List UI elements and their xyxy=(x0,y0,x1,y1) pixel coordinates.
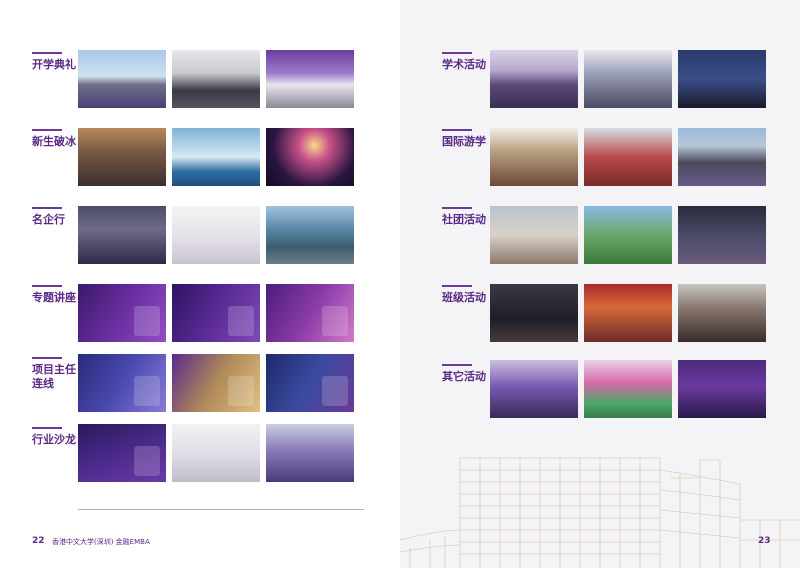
photo-opening-ceremony-2 xyxy=(172,50,260,108)
photo-club-2 xyxy=(584,206,672,264)
page-number-left: 22 xyxy=(32,536,45,546)
left-page: 开学典礼 新生破冰 名企行 专题讲座 项目主任 连线 行业沙龙 22 香港中文大… xyxy=(0,0,400,568)
photo-industry-salon-3 xyxy=(266,424,354,482)
footer-divider xyxy=(78,509,364,510)
photo-other-1 xyxy=(490,360,578,418)
photo-corporate-visit-2 xyxy=(172,206,260,264)
photo-opening-ceremony-3 xyxy=(266,50,354,108)
category-label-international-study: 国际游学 xyxy=(442,129,486,148)
photo-other-3 xyxy=(678,360,766,418)
photo-lecture-2 xyxy=(172,284,260,342)
category-label-club-activities: 社团活动 xyxy=(442,207,486,226)
photo-icebreaker-2 xyxy=(172,128,260,186)
category-label-industry-salon: 行业沙龙 xyxy=(32,427,76,446)
footer-program-name: 香港中文大学(深圳) 金融EMBA xyxy=(52,538,150,546)
photo-academic-1 xyxy=(490,50,578,108)
category-label-academic-events: 学术活动 xyxy=(442,52,486,71)
photo-director-connect-1 xyxy=(78,354,166,412)
photo-class-2 xyxy=(584,284,672,342)
photo-academic-3 xyxy=(678,50,766,108)
photo-class-3 xyxy=(678,284,766,342)
category-label-opening-ceremony: 开学典礼 xyxy=(32,52,76,71)
photo-opening-ceremony-1 xyxy=(78,50,166,108)
photo-academic-2 xyxy=(584,50,672,108)
photo-corporate-visit-3 xyxy=(266,206,354,264)
photo-corporate-visit-1 xyxy=(78,206,166,264)
photo-lecture-3 xyxy=(266,284,354,342)
right-page: 学术活动 国际游学 社团活动 班级活动 其它活动 23 xyxy=(400,0,800,568)
photo-industry-salon-1 xyxy=(78,424,166,482)
photo-international-1 xyxy=(490,128,578,186)
photo-other-2 xyxy=(584,360,672,418)
photo-class-1 xyxy=(490,284,578,342)
photo-icebreaker-1 xyxy=(78,128,166,186)
category-label-other-activities: 其它活动 xyxy=(442,364,486,383)
page-number-right: 23 xyxy=(758,536,771,546)
category-label-icebreaker: 新生破冰 xyxy=(32,129,76,148)
photo-director-connect-3 xyxy=(266,354,354,412)
category-label-lectures: 专题讲座 xyxy=(32,285,76,304)
photo-club-1 xyxy=(490,206,578,264)
photo-director-connect-2 xyxy=(172,354,260,412)
photo-international-3 xyxy=(678,128,766,186)
photo-industry-salon-2 xyxy=(172,424,260,482)
photo-club-3 xyxy=(678,206,766,264)
category-label-class-activities: 班级活动 xyxy=(442,285,486,304)
category-label-director-connect: 项目主任 连线 xyxy=(32,357,76,390)
photo-lecture-1 xyxy=(78,284,166,342)
category-label-corporate-visits: 名企行 xyxy=(32,207,65,226)
photo-icebreaker-3 xyxy=(266,128,354,186)
photo-international-2 xyxy=(584,128,672,186)
